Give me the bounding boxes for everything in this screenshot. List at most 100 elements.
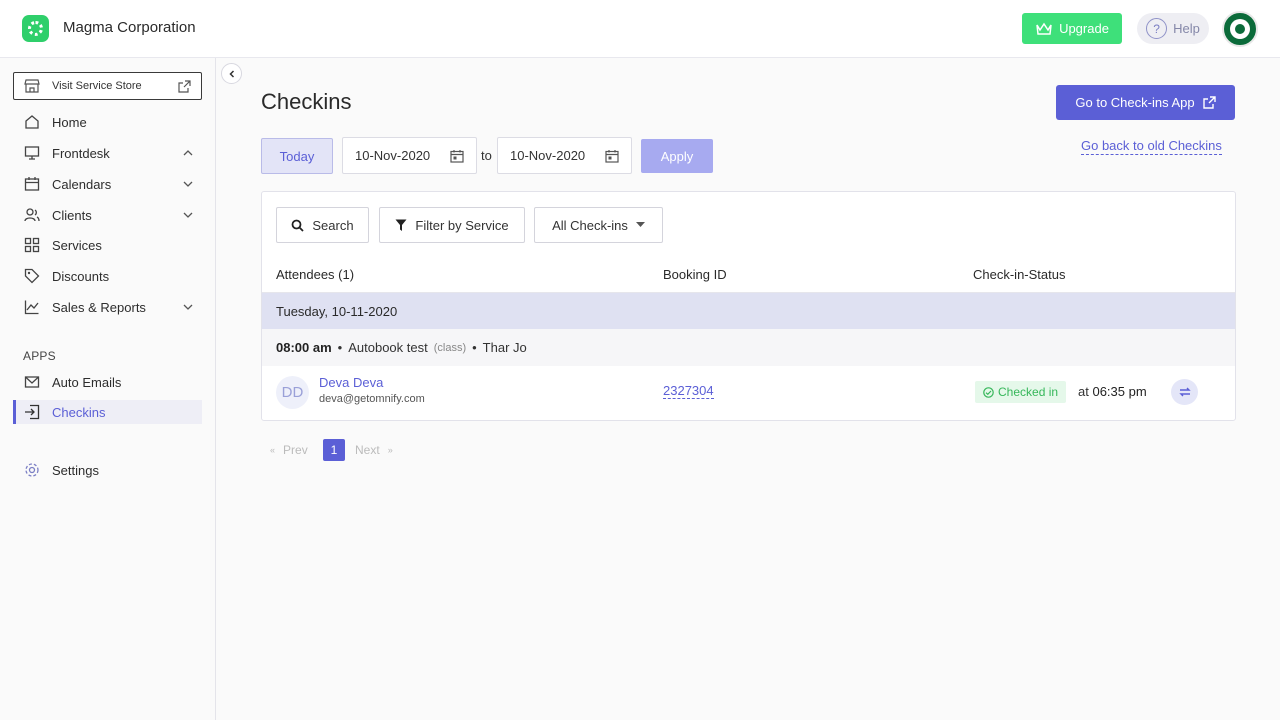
sidebar-item-services[interactable]: Services [13, 233, 202, 257]
page-title: Checkins [261, 89, 352, 114]
session-name: Autobook test [348, 340, 428, 355]
session-kind: (class) [433, 341, 467, 354]
apps-heading: APPS [23, 349, 56, 363]
sidebar-item-label: Auto Emails [52, 374, 122, 390]
session-staff: Thar Jo [482, 340, 527, 355]
search-label: Search [312, 217, 354, 233]
user-avatar[interactable] [1222, 11, 1258, 47]
tag-icon [23, 268, 40, 285]
monitor-icon [23, 145, 40, 162]
sidebar-item-clients[interactable]: Clients [13, 203, 202, 227]
check-circle-icon [983, 386, 994, 398]
status-badge: Checked in [975, 381, 1067, 403]
checkins-table-panel: Search Filter by Service All Check-ins A… [261, 191, 1236, 421]
sidebar-item-calendars[interactable]: Calendars [13, 172, 202, 196]
visit-service-store-button[interactable]: Visit Service Store [13, 72, 202, 100]
sidebar-item-sales-reports[interactable]: Sales & Reports [13, 295, 202, 319]
upgrade-label: Upgrade [1059, 21, 1109, 36]
search-icon [291, 219, 305, 232]
external-link-icon [178, 79, 191, 93]
attendee-name-link[interactable]: Deva Deva [319, 375, 383, 390]
next-page-button[interactable]: Next » [355, 440, 393, 460]
checkin-time-prefix: at [1078, 384, 1089, 399]
go-to-checkins-app-button[interactable]: Go to Check-ins App [1056, 85, 1235, 120]
store-icon [24, 79, 40, 93]
checkin-time: at 06:35 pm [1078, 384, 1147, 399]
sidebar-item-label: Clients [52, 207, 92, 223]
collapse-sidebar-button[interactable] [221, 63, 242, 84]
company-name: Magma Corporation [63, 19, 196, 36]
session-time: 08:00 am [276, 340, 332, 355]
chevron-down-icon [183, 212, 193, 218]
from-date-value: 10-Nov-2020 [355, 148, 431, 163]
from-date-field[interactable]: 10-Nov-2020 [342, 137, 477, 174]
prev-page-button[interactable]: « Prev [270, 440, 308, 460]
current-page-button[interactable]: 1 [323, 439, 345, 461]
column-header-attendees: Attendees (1) [276, 267, 355, 282]
checkin-icon [23, 404, 40, 421]
date-group-row: Tuesday, 10-11-2020 [262, 293, 1235, 329]
calendar-icon [605, 149, 619, 163]
gear-icon [23, 462, 40, 479]
chevron-down-icon [183, 181, 193, 187]
sidebar-item-label: Settings [52, 462, 99, 478]
caret-down-icon [635, 222, 645, 227]
sidebar-item-label: Checkins [52, 404, 106, 420]
sidebar-item-settings[interactable]: Settings [13, 458, 202, 482]
bullet-separator: • [337, 340, 343, 355]
session-row: 08:00 am • Autobook test (class) • Thar … [262, 329, 1235, 366]
sidebar-item-discounts[interactable]: Discounts [13, 264, 202, 288]
go-app-label: Go to Check-ins App [1075, 95, 1195, 110]
sidebar-item-checkins[interactable]: Checkins [13, 400, 202, 424]
filter-by-service-button[interactable]: Filter by Service [379, 207, 525, 243]
help-label: Help [1173, 21, 1200, 36]
crown-icon [1036, 22, 1052, 35]
chevron-down-icon [183, 304, 193, 310]
sidebar-item-label: Home [52, 114, 87, 130]
sidebar-item-label: Frontdesk [52, 145, 110, 161]
filter-label: Filter by Service [415, 217, 509, 233]
help-button[interactable]: ? Help [1137, 13, 1209, 44]
sidebar-item-frontdesk[interactable]: Frontdesk [13, 141, 202, 165]
store-label: Visit Service Store [52, 80, 142, 92]
sidebar-item-label: Services [52, 237, 102, 253]
sidebar-item-label: Calendars [52, 176, 112, 192]
apply-button[interactable]: Apply [641, 139, 713, 173]
grid-icon [23, 237, 40, 254]
external-link-icon [1202, 96, 1216, 109]
home-icon [23, 114, 40, 131]
checkin-time-value: 06:35 pm [1092, 384, 1147, 399]
mail-icon [23, 374, 40, 391]
date-range-to-label: to [481, 148, 492, 163]
attendee-avatar: DD [276, 376, 309, 409]
users-icon [23, 207, 40, 224]
search-button[interactable]: Search [276, 207, 369, 243]
upgrade-button[interactable]: Upgrade [1022, 13, 1122, 44]
attendee-email: deva@getomnify.com [319, 393, 425, 405]
next-arrow-icon: » [387, 445, 393, 455]
go-back-old-checkins-link[interactable]: Go back to old Checkins [1081, 138, 1222, 155]
to-date-field[interactable]: 10-Nov-2020 [497, 137, 632, 174]
sync-icon [1178, 387, 1191, 397]
today-button[interactable]: Today [261, 138, 333, 174]
bullet-separator: • [472, 340, 477, 355]
sidebar-item-home[interactable]: Home [13, 110, 202, 134]
sidebar-item-label: Discounts [52, 268, 110, 284]
chart-icon [23, 299, 40, 316]
prev-label: Prev [283, 443, 308, 457]
next-label: Next [355, 443, 380, 457]
status-label: Checked in [998, 385, 1059, 399]
sidebar-item-auto-emails[interactable]: Auto Emails [13, 370, 202, 394]
sidebar-item-label: Sales & Reports [52, 299, 146, 315]
to-date-value: 10-Nov-2020 [510, 148, 586, 163]
calendar-icon [23, 176, 40, 193]
calendar-icon [450, 149, 464, 163]
booking-id-link[interactable]: 2327304 [663, 383, 714, 399]
dropdown-value: All Check-ins [552, 217, 628, 233]
chevron-left-icon [228, 69, 234, 78]
column-header-booking-id: Booking ID [663, 267, 727, 282]
question-icon: ? [1146, 18, 1168, 39]
checkins-filter-dropdown[interactable]: All Check-ins [534, 207, 663, 243]
sync-button[interactable] [1171, 379, 1198, 405]
brand-logo-icon[interactable] [22, 15, 49, 42]
